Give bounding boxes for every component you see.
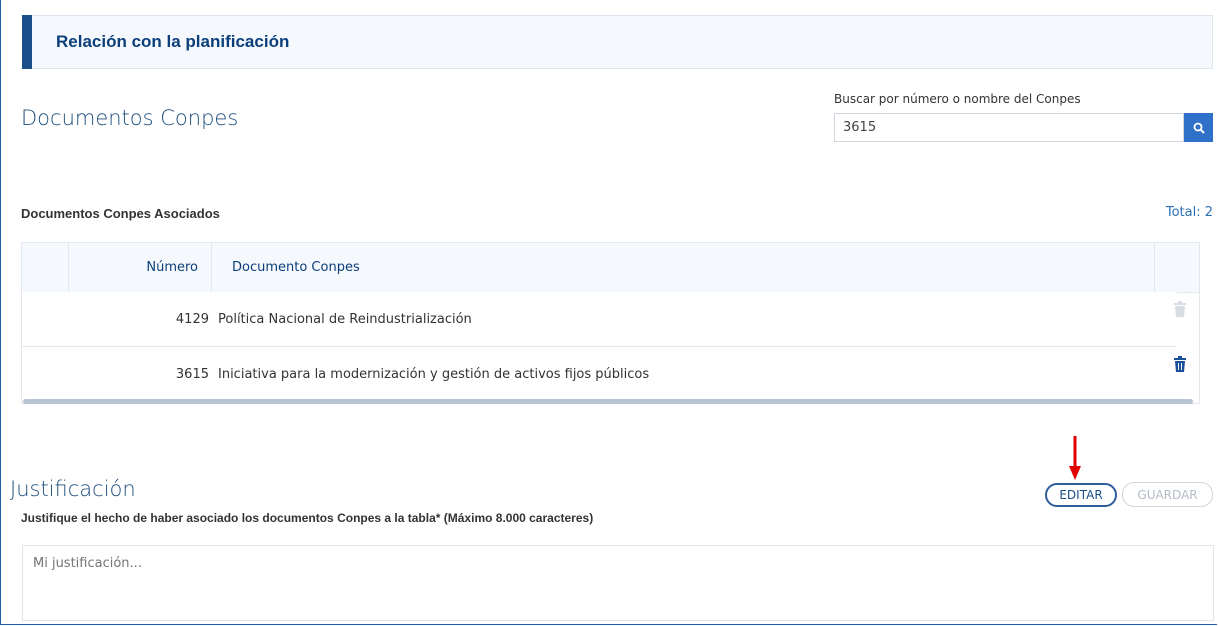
header-empty-cell bbox=[22, 243, 69, 292]
trash-icon[interactable] bbox=[1172, 355, 1188, 373]
header-document-label: Documento Conpes bbox=[232, 260, 360, 275]
row-number: 4129 bbox=[175, 312, 209, 327]
search-icon bbox=[1193, 122, 1205, 134]
row-number: 3615 bbox=[175, 367, 209, 382]
row-document: Iniciativa para la modernización y gesti… bbox=[218, 367, 650, 382]
annotation-arrow bbox=[1069, 436, 1081, 480]
trash-icon[interactable] bbox=[1172, 300, 1188, 318]
total-count: Total: 2 bbox=[1165, 205, 1213, 220]
row-document: Política Nacional de Reindustrialización bbox=[218, 312, 472, 327]
justification-title: Justificación bbox=[10, 477, 136, 501]
header-document: Documento Conpes bbox=[212, 243, 1155, 292]
justification-label: Justifique el hecho de haber asociado lo… bbox=[21, 511, 594, 525]
save-button[interactable]: GUARDAR bbox=[1122, 482, 1213, 507]
header-number-label: Número bbox=[146, 260, 198, 275]
table-row: 4129 Política Nacional de Reindustrializ… bbox=[22, 292, 1186, 347]
search-label: Buscar por número o nombre del Conpes bbox=[834, 92, 1081, 106]
section-header: Relación con la planificación bbox=[22, 15, 1213, 69]
search-input[interactable] bbox=[834, 113, 1184, 142]
horizontal-scrollbar[interactable] bbox=[23, 399, 1193, 404]
table-row: 3615 Iniciativa para la modernización y … bbox=[22, 347, 1186, 402]
section-accent-bar bbox=[22, 15, 32, 69]
edit-button[interactable]: EDITAR bbox=[1045, 483, 1117, 507]
conpes-title: Documentos Conpes bbox=[21, 106, 239, 130]
section-title: Relación con la planificación bbox=[56, 32, 290, 51]
conpes-table: Número Documento Conpes 4129 Política Na… bbox=[21, 242, 1200, 404]
table-header: Número Documento Conpes bbox=[22, 243, 1199, 293]
justification-textarea[interactable] bbox=[22, 545, 1214, 621]
header-number: Número bbox=[68, 243, 212, 292]
search-button[interactable] bbox=[1184, 113, 1213, 142]
associated-title: Documentos Conpes Asociados bbox=[21, 206, 220, 221]
